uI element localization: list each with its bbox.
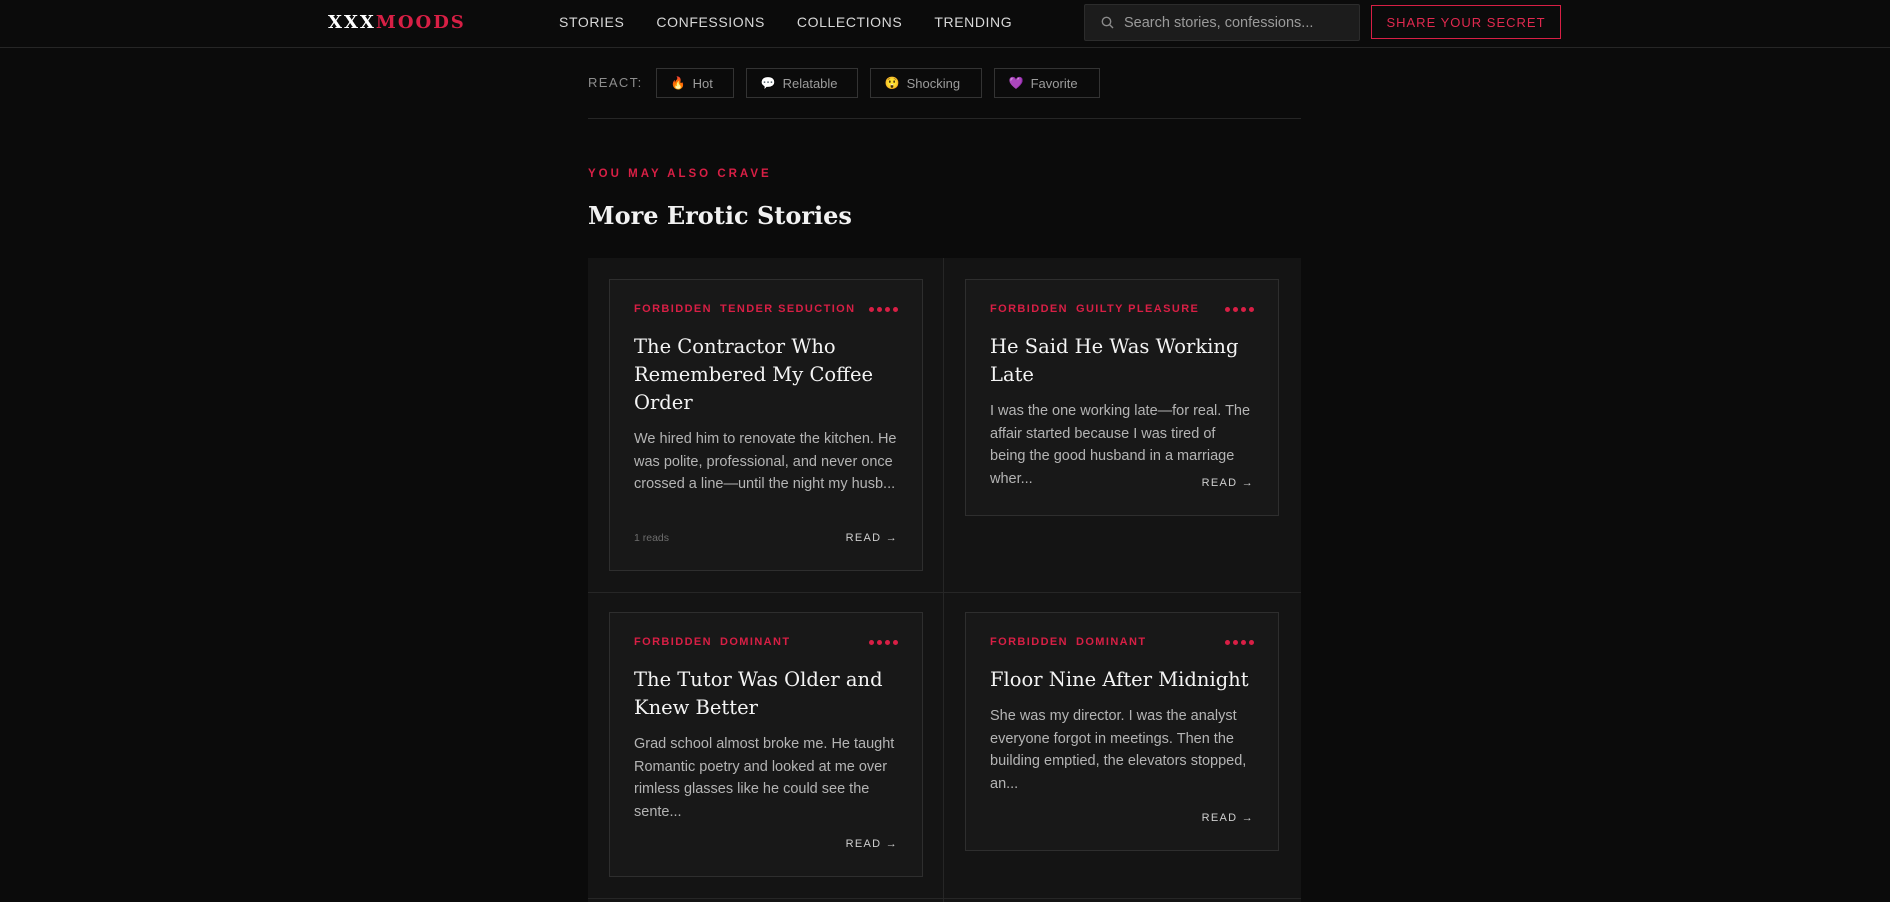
heat-rating-dots xyxy=(1225,640,1254,645)
nav-stories[interactable]: STORIES xyxy=(559,14,624,30)
story-tags: FORBIDDEN GUILTY PLEASURE xyxy=(990,302,1254,316)
speech-bubble-icon: 💬 xyxy=(760,76,776,90)
react-hot-label: Hot xyxy=(692,75,713,91)
story-tags: FORBIDDEN DOMINANT xyxy=(990,635,1254,649)
search-box[interactable] xyxy=(1084,4,1360,41)
story-card-footer: READ → xyxy=(990,812,1254,824)
grid-divider xyxy=(943,258,944,902)
react-relatable-label: Relatable xyxy=(782,75,838,91)
story-tag[interactable]: DOMINANT xyxy=(1076,636,1146,648)
story-tag[interactable]: DOMINANT xyxy=(720,636,790,648)
story-tag[interactable]: GUILTY PLEASURE xyxy=(1076,303,1199,315)
section-eyebrow: YOU MAY ALSO CRAVE xyxy=(588,168,772,180)
story-tags: FORBIDDEN DOMINANT xyxy=(634,635,898,649)
nav-confessions[interactable]: CONFESSIONS xyxy=(656,14,765,30)
story-tag[interactable]: FORBIDDEN xyxy=(634,303,712,315)
react-shocking-label: Shocking xyxy=(906,75,961,91)
nav-trending[interactable]: TRENDING xyxy=(934,14,1012,30)
story-card[interactable]: FORBIDDEN TENDER SEDUCTION The Contracto… xyxy=(609,279,923,571)
react-shocking-button[interactable]: 😲 Shocking xyxy=(869,68,982,98)
heat-rating-dots xyxy=(869,307,898,312)
shocked-face-icon: 😲 xyxy=(884,76,900,90)
section-title: More Erotic Stories xyxy=(588,201,852,230)
related-stories-grid: FORBIDDEN TENDER SEDUCTION The Contracto… xyxy=(588,258,1301,902)
read-link[interactable]: READ → xyxy=(846,838,898,850)
logo-text-moods: MOODS xyxy=(375,12,466,33)
read-count: 1 reads xyxy=(634,532,670,544)
read-link[interactable]: READ → xyxy=(846,532,898,544)
site-logo[interactable]: XXXMOODS xyxy=(328,12,466,33)
react-label: REACT: xyxy=(588,75,643,90)
heart-icon: 💜 xyxy=(1008,76,1024,90)
grid-divider xyxy=(588,898,1301,899)
story-tag[interactable]: FORBIDDEN xyxy=(990,303,1068,315)
react-favorite-label: Favorite xyxy=(1030,75,1078,91)
share-secret-button[interactable]: SHARE YOUR SECRET xyxy=(1371,5,1561,39)
react-hot-button[interactable]: 🔥 Hot xyxy=(655,68,734,98)
heat-rating-dots xyxy=(869,640,898,645)
nav-collections[interactable]: COLLECTIONS xyxy=(797,14,902,30)
story-card[interactable]: FORBIDDEN DOMINANT Floor Nine After Midn… xyxy=(965,612,1279,851)
grid-divider xyxy=(588,592,1301,593)
read-link[interactable]: READ → xyxy=(1202,477,1254,489)
read-link[interactable]: READ → xyxy=(1202,812,1254,824)
story-card[interactable]: FORBIDDEN GUILTY PLEASURE He Said He Was… xyxy=(965,279,1279,516)
story-excerpt: We hired him to renovate the kitchen. He… xyxy=(634,431,897,493)
story-card-footer: READ → xyxy=(634,838,898,850)
story-title[interactable]: Floor Nine After Midnight xyxy=(990,666,1254,694)
reaction-bar: REACT: 🔥 Hot 💬 Relatable 😲 Shocking 💜 Fa… xyxy=(588,68,1301,119)
story-tag[interactable]: FORBIDDEN xyxy=(990,636,1068,648)
search-input[interactable] xyxy=(1124,14,1344,31)
top-navigation-bar: XXXMOODS STORIES CONFESSIONS COLLECTIONS… xyxy=(0,0,1890,48)
story-title[interactable]: The Contractor Who Remembered My Coffee … xyxy=(634,333,898,417)
story-excerpt: She was my director. I was the analyst e… xyxy=(990,708,1247,792)
fire-icon: 🔥 xyxy=(670,76,686,90)
story-tags: FORBIDDEN TENDER SEDUCTION xyxy=(634,302,898,316)
story-card-footer: READ → xyxy=(990,477,1254,489)
story-title[interactable]: The Tutor Was Older and Knew Better xyxy=(634,666,898,722)
react-favorite-button[interactable]: 💜 Favorite xyxy=(993,68,1100,98)
react-relatable-button[interactable]: 💬 Relatable xyxy=(745,68,858,98)
story-tag[interactable]: TENDER SEDUCTION xyxy=(720,303,855,315)
story-tag[interactable]: FORBIDDEN xyxy=(634,636,712,648)
story-excerpt: Grad school almost broke me. He taught R… xyxy=(634,736,895,820)
story-card[interactable]: FORBIDDEN DOMINANT The Tutor Was Older a… xyxy=(609,612,923,877)
logo-text-xxx: XXX xyxy=(328,12,376,33)
heat-rating-dots xyxy=(1225,307,1254,312)
story-title[interactable]: He Said He Was Working Late xyxy=(990,333,1254,389)
search-icon xyxy=(1101,16,1114,29)
story-card-footer: 1 reads READ → xyxy=(634,532,898,544)
main-nav: STORIES CONFESSIONS COLLECTIONS TRENDING xyxy=(559,14,1012,30)
